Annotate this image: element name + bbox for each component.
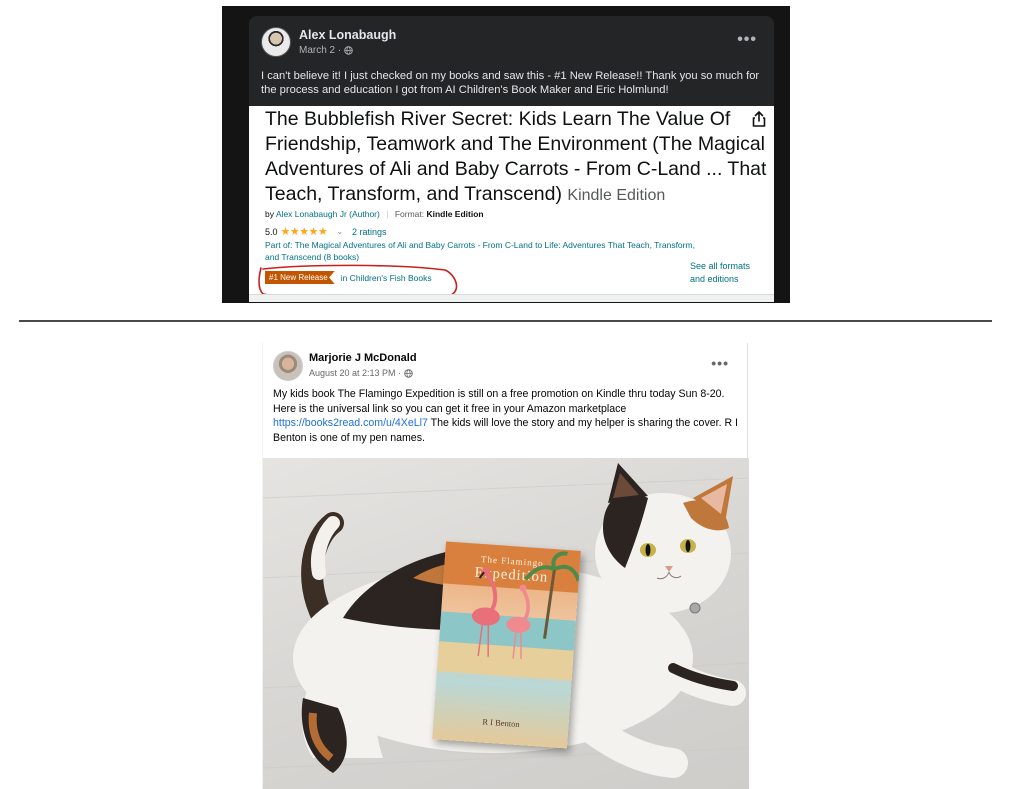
post-meta: March 2 · <box>299 45 353 56</box>
books2read-link[interactable]: https://books2read.com/u/4XeLl7 <box>273 417 428 429</box>
post2-card: Marjorie J McDonald August 20 at 2:13 PM… <box>262 343 749 789</box>
flamingo-illustration <box>437 551 581 681</box>
globe-icon <box>344 46 353 55</box>
amazon-bottom-bar <box>249 294 774 302</box>
post-date[interactable]: March 2 · <box>299 45 341 56</box>
post1-screenshot-frame: Alex Lonabaugh March 2 · ••• I can't bel… <box>222 6 790 303</box>
post-text: I can't believe it! I just checked on my… <box>261 70 760 96</box>
globe-icon <box>404 368 413 378</box>
avatar[interactable] <box>273 351 303 381</box>
section-divider <box>19 320 992 322</box>
book-cover: The Flamingo Expedition R I Benton <box>432 541 581 749</box>
post-text-part1: My kids book The Flamingo Expedition is … <box>273 388 725 415</box>
book-author: R I Benton <box>482 716 521 730</box>
red-hand-drawn-circle <box>258 264 458 302</box>
more-options-icon[interactable]: ••• <box>711 355 729 371</box>
post-meta: August 20 at 2:13 PM · <box>309 368 413 378</box>
more-options-icon[interactable]: ••• <box>737 31 757 49</box>
post-author-name[interactable]: Alex Lonabaugh <box>299 28 396 42</box>
amazon-product-screenshot: The Bubblefish River Secret: Kids Learn … <box>249 106 774 302</box>
post-text: My kids book The Flamingo Expedition is … <box>273 387 741 445</box>
post-date[interactable]: August 20 at 2:13 PM · <box>309 368 401 378</box>
post-photo[interactable]: The Flamingo Expedition R I Benton <box>263 458 749 789</box>
post1-card: Alex Lonabaugh March 2 · ••• I can't bel… <box>249 16 774 302</box>
avatar[interactable] <box>261 27 291 57</box>
post-author-name[interactable]: Marjorie J McDonald <box>309 352 417 364</box>
